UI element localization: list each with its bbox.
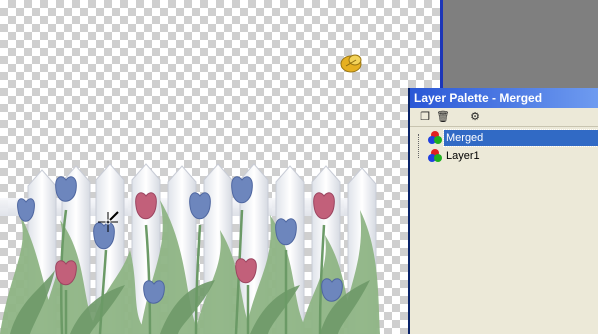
layer-row-merged[interactable]: Merged xyxy=(410,129,598,147)
layer-row-layer1[interactable]: Layer1 xyxy=(410,148,598,164)
eyedropper-icon xyxy=(98,211,119,232)
layer-palette: Layer Palette - Merged ❐ 🗑 ⚙ Merged Laye… xyxy=(408,88,598,334)
layer-list: Merged Layer1 xyxy=(410,128,598,334)
rgb-layer-icon xyxy=(428,149,442,163)
tulip-fence-image xyxy=(0,163,380,334)
layer-label: Merged xyxy=(443,129,598,147)
palette-toolbar: ❐ 🗑 ⚙ xyxy=(410,108,598,127)
palette-title[interactable]: Layer Palette - Merged xyxy=(410,88,598,108)
gold-leaf-icon[interactable] xyxy=(338,50,366,78)
layer-label: Layer1 xyxy=(446,150,480,162)
delete-layer-icon[interactable]: 🗑 xyxy=(436,110,450,124)
layer-effects-icon[interactable]: ⚙ xyxy=(468,110,482,124)
new-layer-icon[interactable]: ❐ xyxy=(418,110,432,124)
rgb-layer-icon xyxy=(428,131,442,145)
canvas-area[interactable] xyxy=(0,0,440,334)
